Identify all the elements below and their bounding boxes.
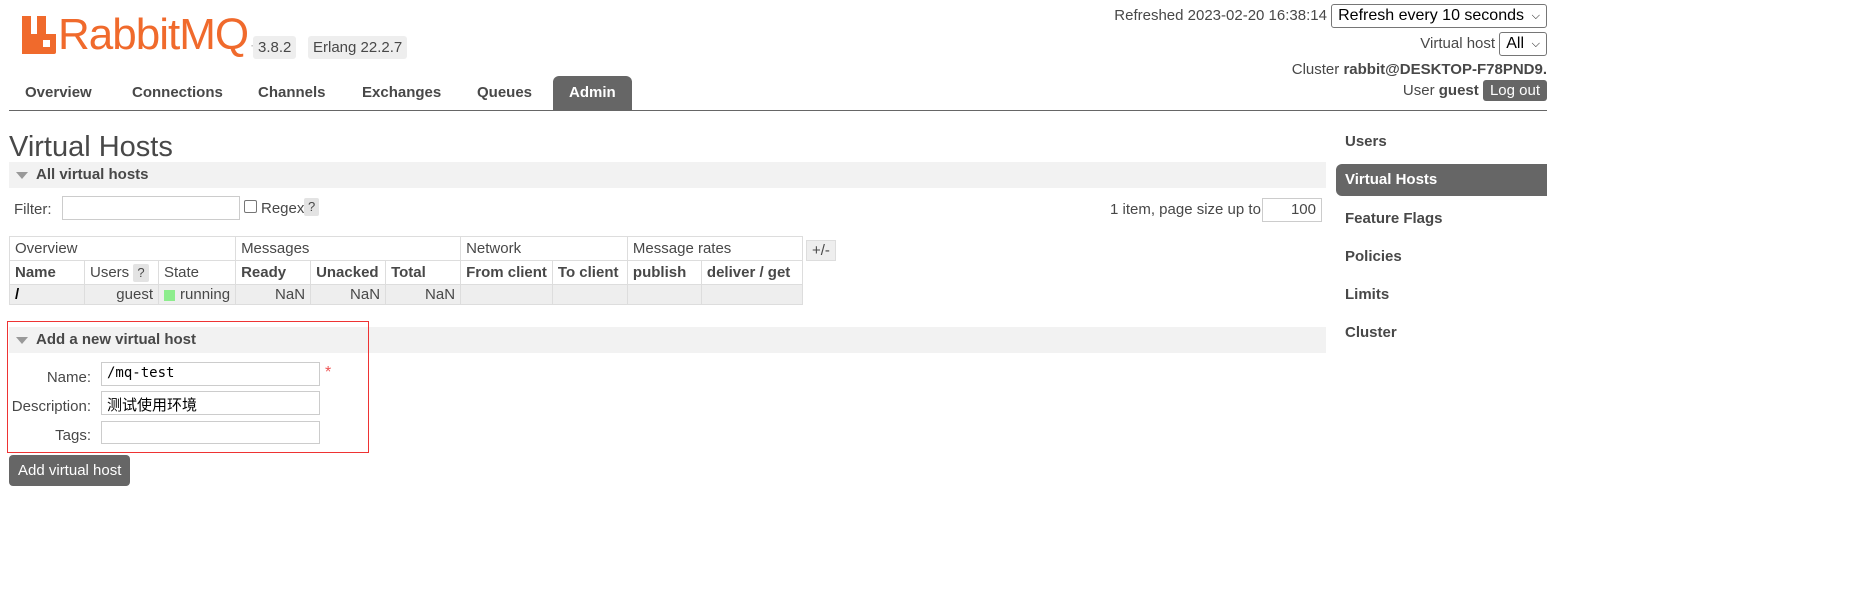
column-header-from-client: From client (460, 260, 553, 285)
regex-checkbox[interactable] (244, 200, 257, 213)
refreshed-timestamp: Refreshed 2023-02-20 16:38:14 (1114, 6, 1327, 24)
tags-label: Tags: (55, 427, 91, 444)
vhost-description-input[interactable]: 测试使用环境 (101, 391, 320, 415)
table-row: / guest running NaN NaN NaN (9, 284, 803, 305)
regex-label: Regex (261, 200, 305, 217)
name-label: Name: (46, 369, 91, 386)
tab-overview[interactable]: Overview (9, 76, 108, 110)
regex-help-icon[interactable]: ? (304, 198, 320, 216)
rabbitmq-logo: RabbitMQ TM (22, 10, 264, 59)
group-header-overview: Overview (8, 236, 237, 261)
vhost-tags-input[interactable] (101, 421, 320, 444)
required-asterisk: * (325, 364, 332, 381)
collapse-triangle-icon (16, 171, 28, 179)
column-header-state: State (157, 260, 237, 285)
chevron-down-icon: ⌵ (1531, 38, 1540, 50)
cell-from-client (460, 284, 553, 305)
filter-label: Filter: (14, 201, 52, 218)
tab-channels[interactable]: Channels (242, 76, 342, 110)
column-header-to-client: To client (551, 260, 628, 285)
cell-unacked: NaN (310, 284, 387, 305)
chevron-down-icon: ⌵ (1531, 10, 1540, 22)
sidebar-item-feature-flags[interactable]: Feature Flags (1336, 203, 1547, 235)
virtual-host-label: Virtual host (1420, 34, 1496, 52)
sidebar-item-policies[interactable]: Policies (1336, 241, 1547, 273)
column-header-name[interactable]: Name (9, 260, 85, 285)
group-header-messages: Messages (235, 236, 462, 261)
column-header-users: Users ? (84, 260, 159, 285)
tab-queues[interactable]: Queues (461, 76, 548, 110)
users-help-icon[interactable]: ? (133, 263, 149, 282)
cell-users: guest (84, 284, 159, 305)
tab-exchanges[interactable]: Exchanges (346, 76, 457, 110)
group-header-message-rates: Message rates (626, 236, 803, 261)
toggle-columns-button[interactable]: +/- (806, 240, 836, 261)
filter-input[interactable] (62, 196, 240, 220)
cell-total: NaN (385, 284, 462, 305)
description-label: Description: (11, 398, 91, 415)
vhost-name-link[interactable]: / (9, 284, 85, 305)
tab-connections[interactable]: Connections (116, 76, 239, 110)
rabbitmq-logo-icon (22, 16, 56, 54)
sidebar-item-cluster[interactable]: Cluster (1336, 317, 1547, 349)
erlang-badge: Erlang 22.2.7 (308, 36, 408, 59)
refresh-interval-select[interactable]: Refresh every 10 seconds ⌵ (1331, 4, 1547, 28)
column-header-total: Total (385, 260, 462, 285)
group-header-network: Network (460, 236, 628, 261)
column-header-unacked: Unacked (310, 260, 387, 285)
cell-state: running (157, 284, 237, 305)
vhost-name-input[interactable]: /mq-test (101, 362, 320, 386)
column-header-deliver-get: deliver / get (700, 260, 803, 285)
sidebar-item-virtual-hosts[interactable]: Virtual Hosts (1336, 164, 1547, 196)
cell-ready: NaN (235, 284, 312, 305)
running-status-icon (164, 289, 176, 301)
column-header-ready: Ready (235, 260, 312, 285)
cell-publish (626, 284, 702, 305)
all-vhosts-section-header[interactable]: All virtual hosts (9, 162, 1326, 188)
logo-text: RabbitMQ (58, 10, 249, 59)
page-size-input[interactable]: 100 (1262, 198, 1322, 222)
column-header-publish: publish (626, 260, 702, 285)
page-title: Virtual Hosts (9, 131, 173, 163)
page-info-label: 1 item, page size up to (1110, 201, 1261, 218)
main-tabs: Overview Connections Channels Exchanges … (9, 76, 1547, 111)
tab-admin[interactable]: Admin (553, 76, 632, 110)
cell-deliver-get (700, 284, 803, 305)
virtual-hosts-table: Overview Messages Network Message rates … (8, 236, 803, 305)
virtual-host-select[interactable]: All ⌵ (1499, 32, 1547, 56)
cell-to-client (551, 284, 628, 305)
version-badge: 3.8.2 (253, 36, 297, 59)
sidebar-item-users[interactable]: Users (1336, 126, 1547, 158)
add-virtual-host-button[interactable]: Add virtual host (9, 455, 131, 486)
sidebar-item-limits[interactable]: Limits (1336, 279, 1547, 311)
